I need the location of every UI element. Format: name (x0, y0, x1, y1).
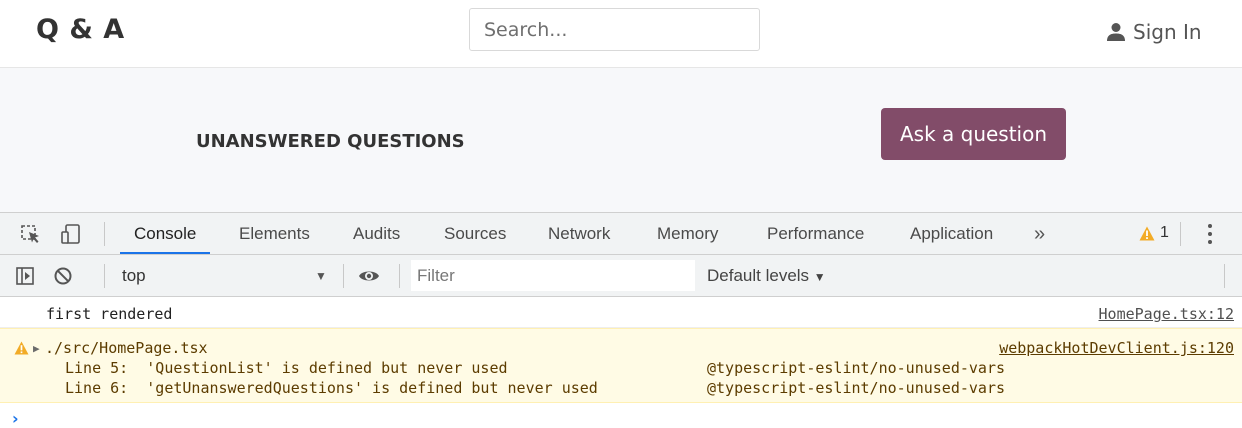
warning-line: Line 5: 'QuestionList' is defined but ne… (65, 359, 508, 377)
live-expression-eye-icon[interactable] (358, 265, 380, 287)
toolbar-divider (104, 222, 105, 246)
log-source-link[interactable]: HomePage.tsx:12 (1099, 305, 1234, 323)
toolbar-divider (399, 264, 400, 288)
toolbar-divider (1224, 264, 1225, 288)
customize-menu-icon[interactable] (1205, 221, 1215, 247)
user-icon (1107, 23, 1125, 41)
device-toolbar-icon[interactable] (60, 223, 82, 245)
sign-in-label: Sign In (1133, 20, 1202, 44)
inspect-element-icon[interactable] (20, 223, 42, 245)
console-prompt[interactable]: › (0, 403, 1242, 428)
brand-logo[interactable]: Q & A (36, 14, 125, 45)
expand-triangle-icon[interactable]: ▶ (33, 342, 40, 355)
warning-counter[interactable]: 1 (1139, 224, 1169, 242)
context-selector[interactable]: top ▼ (122, 261, 332, 291)
context-value: top (122, 266, 146, 285)
toolbar-divider (1180, 222, 1181, 246)
tab-application[interactable]: Application (910, 213, 993, 254)
tab-sources[interactable]: Sources (444, 213, 506, 254)
tab-audits[interactable]: Audits (353, 213, 400, 254)
devtools-tab-bar: Console Elements Audits Sources Network … (0, 212, 1242, 255)
dropdown-arrow-icon: ▼ (315, 269, 327, 283)
log-levels-dropdown[interactable]: Default levels ▼ (707, 261, 826, 292)
warning-file[interactable]: ./src/HomePage.tsx (45, 339, 208, 357)
warning-icon (1139, 226, 1155, 240)
app-header: Q & A Sign In (0, 0, 1242, 68)
log-levels-label: Default levels (707, 266, 810, 285)
warning-icon (14, 341, 29, 355)
devtools-panel: Console Elements Audits Sources Network … (0, 212, 1242, 428)
dropdown-arrow-icon: ▼ (813, 270, 826, 284)
warning-source-link[interactable]: webpackHotDevClient.js:120 (999, 339, 1234, 357)
warning-rule: @typescript-eslint/no-unused-vars (707, 379, 1006, 397)
prompt-chevron-icon: › (12, 409, 19, 428)
warning-rule: @typescript-eslint/no-unused-vars (707, 359, 1006, 377)
search-input[interactable] (469, 8, 760, 51)
more-tabs-button[interactable]: » (1034, 213, 1045, 255)
show-sidebar-icon[interactable] (14, 265, 36, 287)
clear-console-icon[interactable] (52, 265, 74, 287)
toolbar-divider (343, 264, 344, 288)
console-toolbar: top ▼ Default levels ▼ (0, 255, 1242, 297)
warning-line: Line 6: 'getUnansweredQuestions' is defi… (65, 379, 598, 397)
tab-elements[interactable]: Elements (239, 213, 310, 254)
console-warning-message: ▶ ./src/HomePage.tsx webpackHotDevClient… (0, 328, 1242, 403)
warning-count: 1 (1160, 224, 1169, 241)
tab-console[interactable]: Console (120, 213, 211, 254)
console-log-message: first rendered HomePage.tsx:12 (0, 297, 1242, 328)
sign-in-button[interactable]: Sign In (1107, 17, 1202, 47)
filter-input[interactable] (411, 260, 695, 291)
tab-network[interactable]: Network (548, 213, 610, 254)
console-messages: first rendered HomePage.tsx:12 ▶ ./src/H… (0, 297, 1242, 428)
tab-memory[interactable]: Memory (657, 213, 718, 254)
ask-question-button[interactable]: Ask a question (881, 108, 1066, 160)
toolbar-divider (104, 264, 105, 288)
tab-performance[interactable]: Performance (767, 213, 864, 254)
page-content: UNANSWERED QUESTIONS Ask a question (0, 68, 1242, 212)
page-title: UNANSWERED QUESTIONS (196, 131, 465, 152)
log-text: first rendered (46, 305, 173, 323)
